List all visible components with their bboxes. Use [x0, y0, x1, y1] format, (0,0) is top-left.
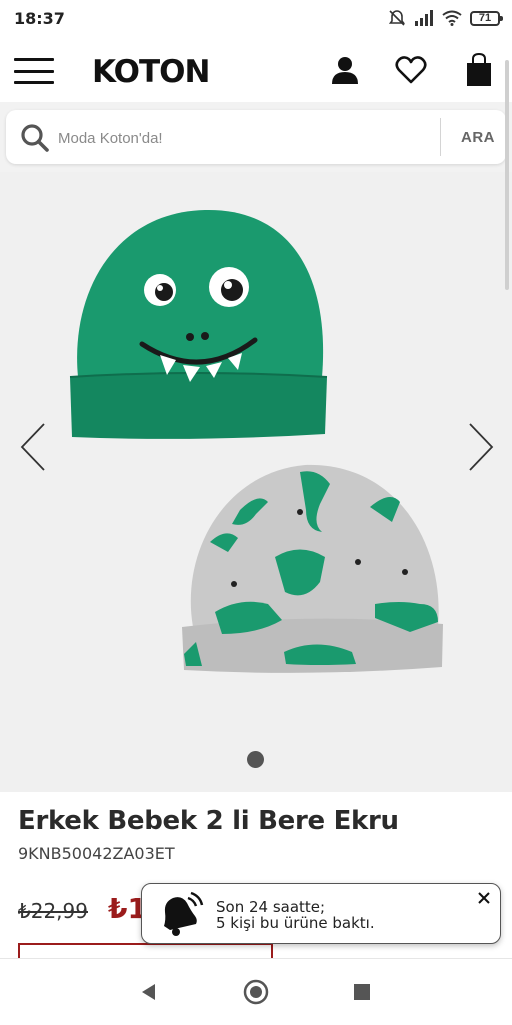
- recents-nav-icon[interactable]: [349, 979, 375, 1005]
- status-time: 18:37: [14, 9, 65, 28]
- menu-icon[interactable]: [14, 58, 54, 84]
- search-icon: [21, 124, 49, 152]
- product-sku: 9KNB50042ZA03ET: [18, 844, 175, 863]
- back-nav-icon[interactable]: [136, 979, 162, 1005]
- product-title: Erkek Bebek 2 li Bere Ekru: [18, 806, 399, 836]
- next-arrow-icon[interactable]: [462, 420, 502, 474]
- search-button[interactable]: ARA: [450, 110, 506, 164]
- battery-icon: 71: [470, 10, 503, 26]
- scrollbar[interactable]: [505, 60, 509, 290]
- svg-text:KOTON: KOTON: [92, 54, 209, 89]
- signal-icon: [415, 10, 433, 26]
- shopping-bag-icon[interactable]: [462, 52, 496, 88]
- user-icon[interactable]: [328, 52, 362, 88]
- close-icon[interactable]: [476, 890, 492, 906]
- wifi-icon: [442, 10, 462, 26]
- search-area: ARA: [0, 102, 512, 172]
- search-divider: [440, 118, 441, 156]
- gallery-dot[interactable]: [247, 751, 264, 768]
- bell-ringing-icon: [164, 891, 204, 936]
- app-header: KOTON: [0, 38, 512, 102]
- koton-logo[interactable]: KOTON: [92, 53, 232, 89]
- product-image: [69, 209, 443, 673]
- search-box: ARA: [6, 110, 506, 164]
- mute-bell-icon: [388, 10, 406, 26]
- system-nav-bar: [0, 958, 512, 1025]
- search-input[interactable]: [56, 124, 430, 152]
- prev-arrow-icon[interactable]: [16, 420, 56, 474]
- battery-level: 71: [478, 12, 492, 24]
- status-icons: 71: [388, 9, 503, 27]
- old-price: ₺22,99: [18, 899, 88, 923]
- grey-hat: [182, 464, 443, 673]
- product-gallery[interactable]: [0, 172, 512, 792]
- green-hat: [69, 209, 328, 439]
- viewers-notification: Son 24 saatte; 5 kişi bu ürüne baktı.: [141, 883, 501, 944]
- heart-icon[interactable]: [394, 52, 428, 88]
- notification-line2: 5 kişi bu ürüne baktı.: [216, 914, 375, 932]
- status-bar: 18:37 71: [0, 0, 512, 38]
- home-nav-icon[interactable]: [243, 979, 269, 1005]
